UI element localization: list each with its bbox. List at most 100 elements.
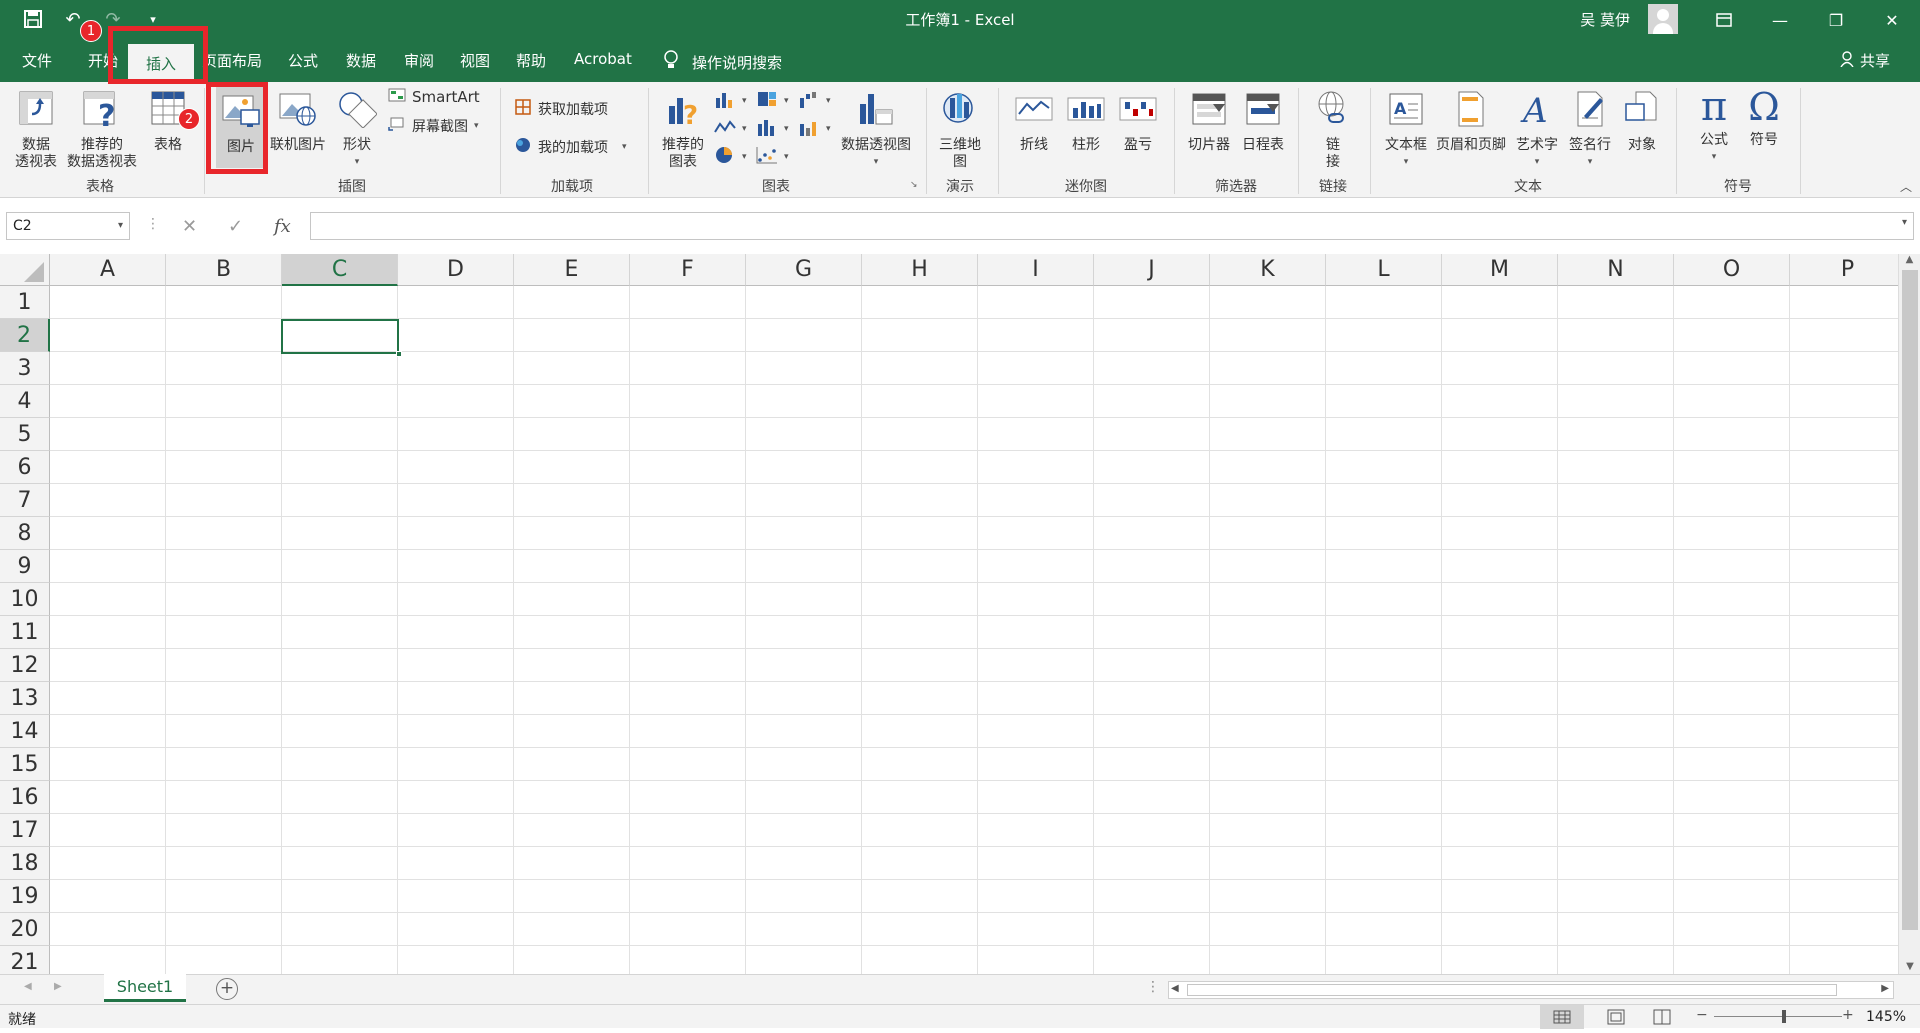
row-header[interactable]: 16 [0,781,50,814]
column-header[interactable]: H [862,254,978,286]
pivot-table-button[interactable]: 数据 透视表 [12,90,60,171]
sheet-tab-sheet1[interactable]: Sheet1 [104,974,186,1002]
tab-data[interactable]: 数据 [346,50,376,71]
get-addins-button[interactable]: 获取加载项 [514,98,608,120]
column-header[interactable]: M [1442,254,1558,286]
avatar[interactable] [1648,4,1678,34]
slicer-button[interactable]: 切片器 [1184,90,1234,154]
sparkline-column-button[interactable]: 柱形 [1064,90,1108,154]
restore-icon[interactable]: ❐ [1808,0,1864,40]
column-header[interactable]: O [1674,254,1790,286]
column-header[interactable]: K [1210,254,1326,286]
link-button[interactable]: 链 接 [1308,90,1358,171]
formula-input[interactable]: ▾ [310,212,1914,240]
timeline-button[interactable]: 日程表 [1238,90,1288,154]
object-button[interactable]: 对象 [1618,90,1666,154]
row-header[interactable]: 15 [0,748,50,781]
row-header[interactable]: 10 [0,583,50,616]
symbol-button[interactable]: Ω 符号 [1742,86,1786,149]
column-header[interactable]: D [398,254,514,286]
textbox-button[interactable]: A 文本框 ▾ [1380,90,1432,171]
normal-view-button[interactable] [1540,1005,1584,1029]
sparkline-winloss-button[interactable]: 盈亏 [1116,90,1160,154]
combo-chart-button[interactable]: ▾ [798,118,831,140]
selected-cell[interactable] [281,319,402,357]
row-header[interactable]: 9 [0,550,50,583]
enter-icon[interactable]: ✓ [228,216,243,237]
zoom-level[interactable]: 145% [1866,1009,1906,1025]
column-header[interactable]: A [50,254,166,286]
column-header[interactable]: P [1790,254,1906,286]
wordart-button[interactable]: A 艺术字 ▾ [1512,90,1562,171]
pivot-chart-button[interactable]: 数据透视图 ▾ [836,90,916,171]
column-header[interactable]: B [166,254,282,286]
select-all-button[interactable] [0,254,50,286]
row-header[interactable]: 11 [0,616,50,649]
charts-dialog-launcher-icon[interactable]: ↘ [910,180,918,190]
row-header[interactable]: 7 [0,484,50,517]
vertical-scroll-thumb[interactable] [1902,270,1918,930]
tab-file[interactable]: 文件 [22,50,52,71]
line-chart-button[interactable]: ▾ [714,118,747,140]
row-header[interactable]: 18 [0,847,50,880]
scroll-left-icon[interactable]: ◀ [1171,983,1179,994]
page-layout-view-button[interactable] [1600,1005,1632,1029]
hierarchy-chart-button[interactable]: ▾ [756,90,789,112]
equation-button[interactable]: π 公式 ▾ [1686,86,1742,166]
online-pictures-button[interactable]: 联机图片 [268,90,328,154]
screenshot-button[interactable]: 屏幕截图 ▾ [388,116,479,136]
stat-chart-button[interactable]: ▾ [756,118,789,140]
worksheet-grid[interactable]: ABCDEFGHIJKLMNOP 1 2 3 4 5 6 7 8 9 10 11 12 13 14 15 16… [0,254,1920,974]
user-name[interactable]: 吴 莫伊 [1580,9,1630,30]
column-header[interactable]: G [746,254,862,286]
row-header[interactable]: 4 [0,385,50,418]
pie-chart-button[interactable]: ▾ [714,146,747,168]
expand-formula-bar-icon[interactable]: ▾ [1902,217,1907,228]
zoom-out-icon[interactable]: − [1696,1007,1708,1023]
scroll-sheet-right-icon[interactable]: ▶ [54,981,62,992]
column-header[interactable]: L [1326,254,1442,286]
name-box[interactable]: C2 ▾ [6,212,130,240]
signature-line-button[interactable]: 签名行 ▾ [1564,90,1616,171]
collapse-ribbon-icon[interactable]: ︿ [1900,178,1912,195]
scroll-up-icon[interactable]: ▲ [1899,254,1920,265]
my-addins-button[interactable]: 我的加载项 ▾ [514,136,627,158]
recommended-charts-button[interactable]: ? 推荐的 图表 [656,90,710,171]
shapes-button[interactable]: 形状 ▾ [334,90,380,171]
row-header[interactable]: 6 [0,451,50,484]
column-header[interactable]: C [282,254,398,286]
row-header[interactable]: 20 [0,913,50,946]
splitter-handle[interactable]: ⋮ [1146,979,1160,995]
scroll-sheet-left-icon[interactable]: ◀ [24,981,32,992]
horizontal-scrollbar[interactable]: ◀ ▶ [1168,981,1894,999]
row-header[interactable]: 17 [0,814,50,847]
3d-map-button[interactable]: 三维地 图 [934,90,986,171]
row-header[interactable]: 3 [0,352,50,385]
ribbon-display-options-icon[interactable] [1696,0,1752,40]
row-header[interactable]: 14 [0,715,50,748]
sparkline-line-button[interactable]: 折线 [1012,90,1056,154]
column-chart-button[interactable]: ▾ [714,90,747,112]
zoom-in-icon[interactable]: + [1842,1007,1854,1023]
scroll-down-icon[interactable]: ▼ [1899,961,1920,972]
row-header[interactable]: 21 [0,946,50,974]
column-header[interactable]: N [1558,254,1674,286]
row-header[interactable]: 1 [0,286,50,319]
column-header[interactable]: J [1094,254,1210,286]
row-header[interactable]: 19 [0,880,50,913]
zoom-slider[interactable] [1714,1016,1842,1017]
tab-view[interactable]: 视图 [460,50,490,71]
column-header[interactable]: F [630,254,746,286]
tab-review[interactable]: 审阅 [404,50,434,71]
column-header[interactable]: E [514,254,630,286]
tab-help[interactable]: 帮助 [516,50,546,71]
minimize-icon[interactable]: — [1752,0,1808,40]
recommended-pivot-button[interactable]: ? 推荐的 数据透视表 [64,90,140,171]
horizontal-scroll-thumb[interactable] [1187,984,1837,996]
tell-me-search[interactable]: 操作说明搜索 [664,50,782,74]
tab-page-layout[interactable]: 页面布局 [202,50,262,71]
row-header[interactable]: 2 [0,319,50,352]
zoom-slider-thumb[interactable] [1782,1010,1786,1023]
row-header[interactable]: 5 [0,418,50,451]
column-header[interactable]: I [978,254,1094,286]
